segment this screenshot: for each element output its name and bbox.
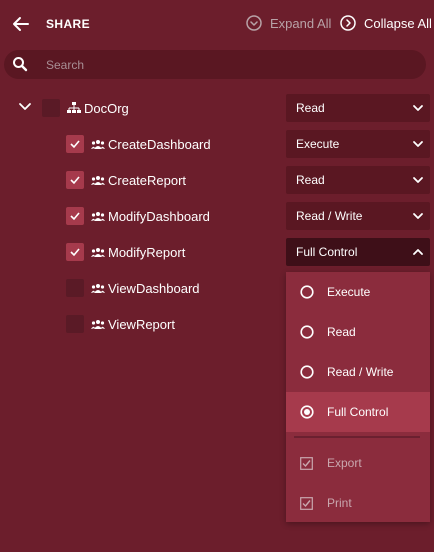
permission-dropdown-modifydashboard[interactable]: Read / Write xyxy=(286,202,430,230)
checkbox-createdashboard[interactable] xyxy=(66,135,84,153)
menu-extra-label: Export xyxy=(327,456,362,470)
permission-dropdown-docorg[interactable]: Read xyxy=(286,94,430,122)
permission-dropdown-createdashboard[interactable]: Execute xyxy=(286,130,430,158)
chevron-down-icon[interactable] xyxy=(18,100,32,114)
check-icon xyxy=(70,212,80,221)
menu-option-label: Full Control xyxy=(327,405,389,419)
radio-unselected-icon xyxy=(300,285,314,299)
collapse-all-button[interactable]: Collapse All xyxy=(340,15,432,31)
node-label-modifydashboard[interactable]: ModifyDashboard xyxy=(108,209,210,224)
share-header: SHARE Expand All Collapse All xyxy=(0,0,434,48)
permission-dropdown-modifyreport[interactable]: Full Control xyxy=(286,238,430,266)
menu-option-read[interactable]: Read xyxy=(286,312,430,352)
group-icon xyxy=(91,284,105,293)
page-title: SHARE xyxy=(46,17,91,31)
permission-value: Full Control xyxy=(296,245,358,259)
chevron-up-icon xyxy=(413,249,423,255)
tree-row-modifydashboard: ModifyDashboard Read / Write xyxy=(0,198,434,234)
permission-dropdown-createreport[interactable]: Read xyxy=(286,166,430,194)
expand-all-button[interactable]: Expand All xyxy=(246,15,331,31)
search-icon xyxy=(13,57,28,72)
chevron-down-icon xyxy=(413,141,423,147)
collapse-all-label: Collapse All xyxy=(364,15,432,31)
radio-unselected-icon xyxy=(300,325,314,339)
expand-all-label: Expand All xyxy=(270,15,332,31)
checkbox-viewreport[interactable] xyxy=(66,315,84,333)
checkbox-docorg[interactable] xyxy=(42,99,60,117)
menu-extra-label: Print xyxy=(327,496,352,510)
chevron-down-icon xyxy=(413,177,423,183)
checkbox-createreport[interactable] xyxy=(66,171,84,189)
search-bar xyxy=(4,50,426,79)
group-icon xyxy=(91,140,105,149)
permission-value: Read xyxy=(296,101,325,115)
menu-option-read-write[interactable]: Read / Write xyxy=(286,352,430,392)
node-label-createreport[interactable]: CreateReport xyxy=(108,173,186,188)
checkbox-modifydashboard[interactable] xyxy=(66,207,84,225)
chevron-down-icon xyxy=(413,213,423,219)
chevron-down-icon xyxy=(413,105,423,111)
checkbox-checked-icon xyxy=(300,497,313,510)
menu-option-label: Read / Write xyxy=(327,365,394,379)
node-label-viewdashboard[interactable]: ViewDashboard xyxy=(108,281,200,296)
group-icon xyxy=(91,320,105,329)
menu-option-label: Execute xyxy=(327,285,371,299)
back-arrow-icon[interactable] xyxy=(12,14,30,34)
check-icon xyxy=(70,140,80,149)
permission-value: Execute xyxy=(296,137,340,151)
permission-value: Read xyxy=(296,173,325,187)
check-icon xyxy=(70,248,80,257)
check-icon xyxy=(70,176,80,185)
node-label-modifyreport[interactable]: ModifyReport xyxy=(108,245,185,260)
tree-row-docorg: DocOrg Read xyxy=(0,90,434,126)
tree-row-modifyreport: ModifyReport Full Control xyxy=(0,234,434,270)
radio-unselected-icon xyxy=(300,365,314,379)
checkbox-checked-icon xyxy=(300,457,313,470)
menu-extra-export[interactable]: Export xyxy=(286,443,430,483)
checkbox-viewdashboard[interactable] xyxy=(66,279,84,297)
permission-value: Read / Write xyxy=(296,209,363,223)
group-icon xyxy=(91,248,105,257)
org-chart-icon xyxy=(67,102,81,113)
tree-row-createreport: CreateReport Read xyxy=(0,162,434,198)
search-input[interactable] xyxy=(46,50,406,79)
group-icon xyxy=(91,176,105,185)
checkbox-modifyreport[interactable] xyxy=(66,243,84,261)
menu-option-full-control[interactable]: Full Control xyxy=(286,392,430,432)
group-icon xyxy=(91,212,105,221)
permission-menu: Execute Read Read / Write Full Control E… xyxy=(286,272,430,522)
chevron-down-circle-icon xyxy=(246,15,262,31)
menu-option-execute[interactable]: Execute xyxy=(286,272,430,312)
node-label-docorg[interactable]: DocOrg xyxy=(84,101,129,116)
node-label-createdashboard[interactable]: CreateDashboard xyxy=(108,137,211,152)
menu-option-label: Read xyxy=(327,325,356,339)
menu-divider xyxy=(294,436,420,438)
node-label-viewreport[interactable]: ViewReport xyxy=(108,317,175,332)
menu-extra-print[interactable]: Print xyxy=(286,483,430,523)
radio-selected-icon xyxy=(300,405,314,419)
chevron-right-circle-icon xyxy=(340,15,356,31)
tree-row-createdashboard: CreateDashboard Execute xyxy=(0,126,434,162)
